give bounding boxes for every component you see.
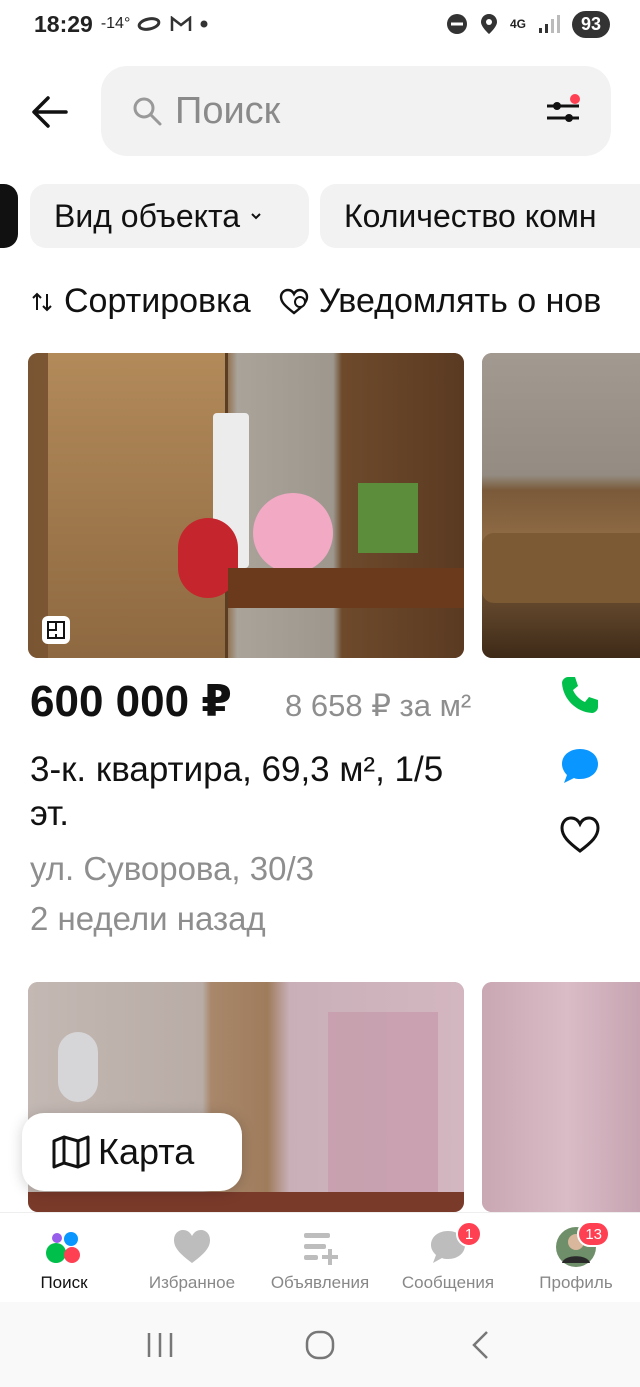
map-button[interactable]: Карта xyxy=(22,1113,242,1191)
sort-arrows-icon xyxy=(32,292,52,311)
recent-apps-icon[interactable] xyxy=(140,1325,180,1365)
profile-badge: 13 xyxy=(577,1221,610,1247)
battery-indicator: 93 xyxy=(571,10,610,38)
sort-button[interactable]: Сортировка xyxy=(30,282,251,321)
map-button-label: Карта xyxy=(98,1131,195,1172)
phone-icon[interactable] xyxy=(558,673,602,717)
search-tab-icon xyxy=(46,1232,80,1263)
listings-add-icon xyxy=(304,1233,338,1265)
listing-title[interactable]: 3-к. квартира, 69,3 м², 1/5 эт. xyxy=(30,748,480,836)
filter-chip-rooms[interactable]: Количество комн xyxy=(320,184,640,248)
heart-bell-icon xyxy=(279,288,308,315)
back-arrow-icon[interactable] xyxy=(30,92,70,132)
gmail-icon xyxy=(171,16,192,31)
tab-messages[interactable]: 1 Сообщения xyxy=(384,1213,512,1302)
filter-chip-object-type[interactable]: Вид объекта xyxy=(30,184,309,248)
listing-price: 600 000 ₽ xyxy=(30,677,232,726)
floor-plan-icon xyxy=(42,616,70,644)
filter-settings-icon[interactable] xyxy=(545,94,581,128)
favorite-heart-icon[interactable] xyxy=(558,813,602,857)
tab-label: Профиль xyxy=(539,1273,613,1292)
chevron-down-icon xyxy=(251,213,261,220)
chip-label: Вид объекта xyxy=(54,197,241,234)
tab-label: Поиск xyxy=(40,1273,88,1292)
status-time: 18:29 xyxy=(34,10,93,37)
home-icon[interactable] xyxy=(300,1325,340,1365)
chip-label: Количество комн xyxy=(344,197,597,234)
dot-icon xyxy=(200,20,208,28)
sort-row: Сортировка Уведомлять о нов xyxy=(30,282,640,321)
tab-label: Сообщения xyxy=(401,1273,495,1292)
system-back-icon[interactable] xyxy=(460,1325,500,1365)
listing-price-per-m2: 8 658 ₽ за м² xyxy=(285,688,472,723)
notify-button[interactable]: Уведомлять о нов xyxy=(279,282,602,321)
listing-address: ул. Суворова, 30/3 xyxy=(30,850,314,887)
tab-label: Избранное xyxy=(148,1273,236,1292)
tab-listings[interactable]: Объявления xyxy=(256,1213,384,1302)
status-bar: 18:29 -14° 4G 93 xyxy=(0,0,640,48)
signal-icon xyxy=(538,15,560,33)
notify-label: Уведомлять о нов xyxy=(318,282,602,320)
search-bar[interactable] xyxy=(101,66,611,156)
listing-photo-main[interactable] xyxy=(28,353,464,658)
bottom-navigation: Поиск Избранное Объявления 1 Сообщения 1… xyxy=(0,1212,640,1302)
location-icon xyxy=(480,14,497,34)
listing-photo-secondary[interactable] xyxy=(482,353,640,658)
tab-profile[interactable]: 13 Профиль xyxy=(512,1213,640,1302)
message-bubble-icon[interactable] xyxy=(558,744,602,788)
status-temperature: -14° xyxy=(100,15,131,32)
tab-favorites[interactable]: Избранное xyxy=(128,1213,256,1302)
heart-icon xyxy=(174,1230,210,1263)
tab-label: Объявления xyxy=(270,1273,370,1292)
dnd-icon xyxy=(446,14,467,34)
system-navigation xyxy=(0,1302,640,1387)
ring-icon xyxy=(138,17,161,31)
search-icon xyxy=(133,97,162,126)
active-filter-chip[interactable] xyxy=(0,184,18,248)
search-input[interactable] xyxy=(175,89,515,133)
network-type: 4G xyxy=(509,17,526,31)
sort-label: Сортировка xyxy=(64,282,251,320)
listing-photo-secondary[interactable] xyxy=(482,982,640,1212)
messages-badge: 1 xyxy=(456,1221,482,1247)
listing-date: 2 недели назад xyxy=(30,900,266,937)
map-icon xyxy=(52,1135,90,1169)
tab-search[interactable]: Поиск xyxy=(0,1213,128,1302)
